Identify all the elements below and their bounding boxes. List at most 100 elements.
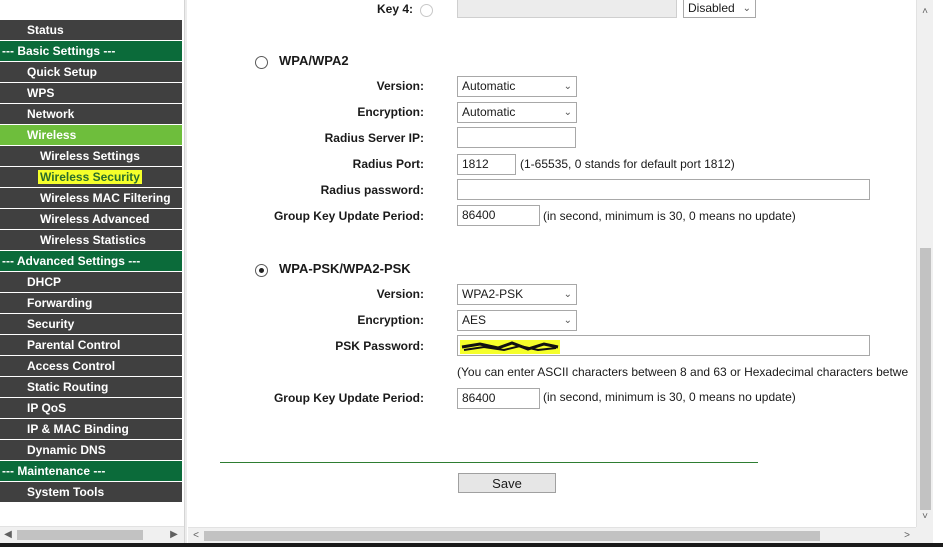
psk-password-label: PSK Password: (335, 339, 424, 353)
radius-port-input[interactable]: 1812 (457, 154, 516, 175)
key4-type-value: Disabled (688, 1, 735, 15)
sidebar-item-wireless-advanced[interactable]: Wireless Advanced (0, 209, 182, 230)
sidebar-item-label: Parental Control (27, 338, 121, 352)
psk-encryption-select[interactable]: AES ⌄ (457, 310, 577, 331)
psk-version-value: WPA2-PSK (462, 287, 524, 301)
wpa-heading: WPA/WPA2 (279, 53, 349, 68)
wpa-version-label: Version: (376, 79, 424, 93)
psk-group-key-hint: (in second, minimum is 30, 0 means no up… (543, 390, 796, 404)
sidebar-item-wireless-settings[interactable]: Wireless Settings (0, 146, 182, 167)
sidebar-item-wireless[interactable]: Wireless (0, 125, 182, 146)
sidebar-item-label: --- Basic Settings --- (2, 44, 116, 58)
radius-port-hint: (1-65535, 0 stands for default port 1812… (520, 157, 735, 171)
psk-encryption-label: Encryption: (357, 313, 424, 327)
wpa-version-select[interactable]: Automatic ⌄ (457, 76, 577, 97)
wpa-group-key-hint: (in second, minimum is 30, 0 means no up… (543, 209, 796, 223)
wpa-group-key-label: Group Key Update Period: (273, 209, 424, 223)
scroll-up-arrow-icon[interactable]: ˄ (917, 4, 933, 20)
key4-value-input[interactable] (457, 0, 677, 18)
key4-radio[interactable] (420, 4, 433, 17)
sidebar-section-maintenance: --- Maintenance --- (0, 461, 182, 482)
sidebar-item-label: Wireless Advanced (40, 212, 150, 226)
radius-server-ip-input[interactable] (457, 127, 576, 148)
sidebar-item-label: Dynamic DNS (27, 443, 106, 457)
scroll-right-arrow-icon[interactable]: ▶ (166, 527, 182, 543)
sidebar-item-label: Wireless Settings (40, 149, 140, 163)
wpa-encryption-label: Encryption: (357, 105, 424, 119)
sidebar-item-forwarding[interactable]: Forwarding (0, 293, 182, 314)
chevron-down-icon: ⌄ (563, 315, 572, 326)
sidebar-item-label: Network (27, 107, 75, 121)
scrollbar-corner (916, 527, 933, 544)
sidebar-menu: Status --- Basic Settings --- Quick Setup W… (0, 0, 186, 547)
psk-heading: WPA-PSK/WPA2-PSK (279, 261, 411, 276)
psk-group-key-label: Group Key Update Period: (273, 391, 424, 405)
sidebar-item-label: IP & MAC Binding (27, 422, 129, 436)
sidebar-scrollbar-thumb[interactable] (17, 530, 143, 540)
window-bottom-border (0, 543, 943, 547)
content-horizontal-scrollbar-thumb[interactable] (204, 531, 820, 541)
sidebar-item-wireless-statistics[interactable]: Wireless Statistics (0, 230, 182, 251)
save-button[interactable]: Save (458, 473, 556, 493)
frame-divider[interactable] (184, 0, 187, 547)
wireless-security-content: Key 4: Disabled ⌄ WPA/WPA2 Version: Auto… (188, 0, 916, 527)
psk-version-select[interactable]: WPA2-PSK ⌄ (457, 284, 577, 305)
sidebar-item-security[interactable]: Security (0, 314, 182, 335)
sidebar-item-label: WPS (27, 86, 55, 100)
sidebar-item-label: Wireless (27, 128, 77, 142)
sidebar-item-label: Quick Setup (27, 65, 98, 79)
sidebar-section-advanced-settings: --- Advanced Settings --- (0, 251, 182, 272)
radius-port-label: Radius Port: (352, 157, 424, 171)
sidebar-item-label: Security (27, 317, 75, 331)
section-divider (220, 462, 758, 463)
chevron-down-icon: ⌄ (742, 3, 751, 14)
sidebar-item-label: IP QoS (27, 401, 67, 415)
sidebar-item-parental-control[interactable]: Parental Control (0, 335, 182, 356)
sidebar-item-ip-mac-binding[interactable]: IP & MAC Binding (0, 419, 182, 440)
sidebar-item-static-routing[interactable]: Static Routing (0, 377, 182, 398)
scroll-left-arrow-icon[interactable]: ˂ (188, 528, 204, 544)
scroll-down-arrow-icon[interactable]: ˅ (917, 509, 933, 525)
content-vertical-scrollbar-thumb[interactable] (920, 248, 931, 510)
scroll-right-arrow-icon[interactable]: ˃ (899, 528, 915, 544)
sidebar-item-label: Wireless Statistics (40, 233, 146, 247)
sidebar-item-wps[interactable]: WPS (0, 83, 182, 104)
sidebar-item-label: Wireless MAC Filtering (40, 191, 171, 205)
content-vertical-scrollbar[interactable]: ˄ ˅ (916, 0, 933, 527)
redaction-scribble (460, 340, 560, 354)
psk-password-input[interactable] (457, 335, 870, 356)
sidebar-item-system-tools[interactable]: System Tools (0, 482, 182, 503)
sidebar-item-dynamic-dns[interactable]: Dynamic DNS (0, 440, 182, 461)
scroll-left-arrow-icon[interactable]: ◀ (0, 527, 16, 543)
sidebar-section-basic-settings: --- Basic Settings --- (0, 41, 182, 62)
chevron-down-icon: ⌄ (563, 107, 572, 118)
wpa-group-key-input[interactable]: 86400 (457, 205, 540, 226)
sidebar-item-access-control[interactable]: Access Control (0, 356, 182, 377)
sidebar-item-wireless-mac-filtering[interactable]: Wireless MAC Filtering (0, 188, 182, 209)
content-horizontal-scrollbar[interactable]: ˂ ˃ (188, 527, 916, 544)
psk-encryption-value: AES (462, 313, 487, 327)
wpa-encryption-select[interactable]: Automatic ⌄ (457, 102, 577, 123)
wpa-version-value: Automatic (462, 79, 516, 93)
sidebar-item-wireless-security[interactable]: Wireless Security (0, 167, 182, 188)
sidebar-item-network[interactable]: Network (0, 104, 182, 125)
wpa-encryption-value: Automatic (462, 105, 516, 119)
psk-group-key-input[interactable]: 86400 (457, 388, 540, 409)
sidebar-item-label: --- Advanced Settings --- (2, 254, 141, 268)
key4-type-select[interactable]: Disabled ⌄ (683, 0, 756, 18)
radius-password-input[interactable] (457, 179, 870, 200)
sidebar-item-dhcp[interactable]: DHCP (0, 272, 182, 293)
window-edge (933, 0, 943, 547)
psk-password-hint: (You can enter ASCII characters between … (457, 365, 909, 379)
sidebar-item-status[interactable]: Status (0, 20, 182, 41)
psk-radio[interactable] (255, 264, 268, 277)
sidebar-item-label: Wireless Security (38, 170, 142, 184)
sidebar-item-quick-setup[interactable]: Quick Setup (0, 62, 182, 83)
sidebar-item-label: Status (27, 23, 64, 37)
key4-label: Key 4: (377, 2, 414, 16)
sidebar-horizontal-scrollbar[interactable]: ◀ ▶ (0, 526, 184, 543)
radius-password-label: Radius password: (320, 183, 424, 197)
sidebar-item-label: DHCP (27, 275, 62, 289)
sidebar-item-ip-qos[interactable]: IP QoS (0, 398, 182, 419)
wpa-radio[interactable] (255, 56, 268, 69)
